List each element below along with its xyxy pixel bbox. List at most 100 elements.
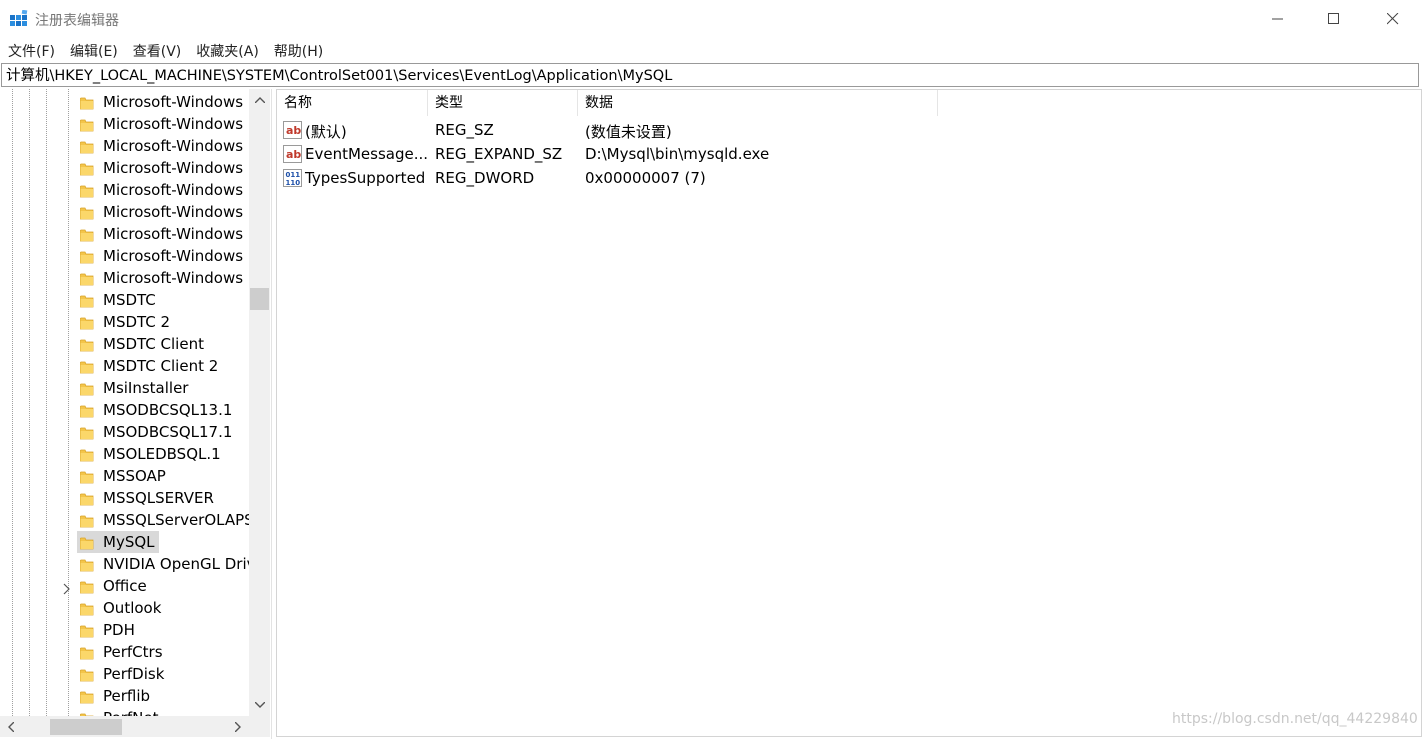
tree-item[interactable]: Perflib xyxy=(0,685,249,707)
tree-vertical-scrollbar[interactable] xyxy=(249,89,270,716)
folder-icon xyxy=(79,557,94,576)
tree-item-label: Microsoft-Windows xyxy=(103,181,244,199)
values-pane: 名称 类型 数据 ab (默认) REG_SZ (数值未设置) ab EventMessa… xyxy=(276,89,1422,737)
folder-icon xyxy=(79,183,94,202)
tree-item[interactable]: Microsoft-Windows xyxy=(0,267,249,289)
value-data: (数值未设置) xyxy=(585,123,672,141)
tree-item-label: MSODBCSQL17.1 xyxy=(103,423,233,441)
svg-text:110: 110 xyxy=(286,179,301,187)
folder-icon xyxy=(79,689,94,708)
folder-icon xyxy=(79,513,94,532)
menu-edit[interactable]: 编辑(E) xyxy=(62,38,125,62)
menu-file[interactable]: 文件(F) xyxy=(0,38,62,62)
value-type: REG_EXPAND_SZ xyxy=(435,145,563,163)
tree-item-label: NVIDIA OpenGL Driver xyxy=(103,555,249,573)
value-name: TypesSupported xyxy=(305,169,426,187)
folder-icon xyxy=(79,425,94,444)
address-bar[interactable]: 计算机\HKEY_LOCAL_MACHINE\SYSTEM\ControlSet… xyxy=(1,63,1419,87)
tree-item[interactable]: PerfCtrs xyxy=(0,641,249,663)
scroll-thumb[interactable] xyxy=(250,288,269,310)
folder-icon xyxy=(79,447,94,466)
tree-item-label: PerfCtrs xyxy=(103,643,163,661)
string-value-icon: ab xyxy=(283,121,303,143)
menu-favorites[interactable]: 收藏夹(A) xyxy=(188,38,266,62)
tree-item-label: MSDTC Client 2 xyxy=(103,357,219,375)
scroll-up-button[interactable] xyxy=(249,89,270,111)
minimize-button[interactable] xyxy=(1249,0,1307,38)
value-row[interactable]: ab (默认) REG_SZ (数值未设置) xyxy=(277,118,1177,142)
tree-item-label: Outlook xyxy=(103,599,162,617)
chevron-left-icon xyxy=(8,721,14,732)
tree-item[interactable]: MSODBCSQL13.1 xyxy=(0,399,249,421)
tree-item[interactable]: MSDTC Client xyxy=(0,333,249,355)
tree-item[interactable]: Microsoft-Windows xyxy=(0,179,249,201)
tree-item[interactable]: Microsoft-Windows xyxy=(0,113,249,135)
tree-item[interactable]: MSODBCSQL17.1 xyxy=(0,421,249,443)
tree-item[interactable]: PerfDisk xyxy=(0,663,249,685)
hscroll-thumb[interactable] xyxy=(50,719,122,735)
menu-help[interactable]: 帮助(H) xyxy=(266,38,330,62)
value-data: D:\Mysql\bin\mysqld.exe xyxy=(585,145,770,163)
watermark: https://blog.csdn.net/qq_44229840 xyxy=(1172,711,1418,727)
tree-item[interactable]: MSSQLServerOLAPService xyxy=(0,509,249,531)
tree-item[interactable]: Microsoft-Windows xyxy=(0,223,249,245)
tree-item[interactable]: Microsoft-Windows xyxy=(0,91,249,113)
tree-item[interactable]: Microsoft-Windows xyxy=(0,135,249,157)
tree-item-label: MsiInstaller xyxy=(103,379,189,397)
folder-icon xyxy=(79,205,94,224)
tree-item[interactable]: MSOLEDBSQL.1 xyxy=(0,443,249,465)
tree-item-label: Microsoft-Windows xyxy=(103,159,244,177)
tree-item[interactable]: Microsoft-Windows xyxy=(0,201,249,223)
tree-item[interactable]: MSDTC 2 xyxy=(0,311,249,333)
close-icon xyxy=(1387,13,1399,25)
scrollbar-corner xyxy=(249,716,270,737)
folder-icon xyxy=(79,645,94,664)
tree-item-label: MSDTC Client xyxy=(103,335,204,353)
minimize-icon xyxy=(1272,18,1283,20)
tree-item-label: PerfNet xyxy=(103,709,159,716)
tree-item[interactable]: MSSOAP xyxy=(0,465,249,487)
tree-item[interactable]: MSDTC xyxy=(0,289,249,311)
folder-icon xyxy=(79,95,94,114)
folder-icon xyxy=(79,271,94,290)
tree-item-label: Microsoft-Windows xyxy=(103,93,244,111)
tree-item[interactable]: MSDTC Client 2 xyxy=(0,355,249,377)
tree-item[interactable]: Office xyxy=(0,575,249,597)
maximize-button[interactable] xyxy=(1305,0,1363,38)
menu-view[interactable]: 查看(V) xyxy=(125,38,189,62)
folder-icon xyxy=(79,117,94,136)
column-header-name[interactable]: 名称 xyxy=(277,90,428,116)
string-value-icon: ab xyxy=(283,145,303,167)
tree-item[interactable]: Outlook xyxy=(0,597,249,619)
tree-item-label: Microsoft-Windows xyxy=(103,269,244,287)
tree-item-selected[interactable]: MySQL xyxy=(0,531,249,553)
folder-icon xyxy=(79,491,94,510)
tree-item-label: Microsoft-Windows xyxy=(103,203,244,221)
tree-item[interactable]: MSSQLSERVER xyxy=(0,487,249,509)
tree-item[interactable]: Microsoft-Windows xyxy=(0,245,249,267)
svg-text:011: 011 xyxy=(286,171,301,179)
column-header-data[interactable]: 数据 xyxy=(578,90,938,116)
chevron-right-icon xyxy=(235,721,241,732)
binary-value-icon: 011 110 xyxy=(283,169,303,191)
scroll-down-button[interactable] xyxy=(249,694,270,716)
tree-item[interactable]: Microsoft-Windows xyxy=(0,157,249,179)
value-row[interactable]: 011 110 TypesSupported REG_DWORD 0x00000007 … xyxy=(277,166,1177,190)
tree-horizontal-scrollbar[interactable] xyxy=(0,716,249,737)
folder-icon xyxy=(79,579,94,598)
tree-item-label: MySQL xyxy=(103,533,155,551)
folder-icon xyxy=(79,227,94,246)
value-row[interactable]: ab EventMessage... REG_EXPAND_SZ D:\Mysql\b… xyxy=(277,142,1177,166)
scroll-left-button[interactable] xyxy=(0,716,22,737)
folder-icon xyxy=(79,293,94,312)
tree-item[interactable]: NVIDIA OpenGL Driver xyxy=(0,553,249,575)
tree-item[interactable]: PDH xyxy=(0,619,249,641)
folder-icon xyxy=(79,315,94,334)
close-button[interactable] xyxy=(1364,0,1422,38)
tree-item-label: PerfDisk xyxy=(103,665,165,683)
tree-item[interactable]: PerfNet xyxy=(0,707,249,716)
column-header-type[interactable]: 类型 xyxy=(428,90,578,116)
tree-item-label: MSDTC 2 xyxy=(103,313,171,331)
tree-item[interactable]: MsiInstaller xyxy=(0,377,249,399)
scroll-right-button[interactable] xyxy=(227,716,249,737)
